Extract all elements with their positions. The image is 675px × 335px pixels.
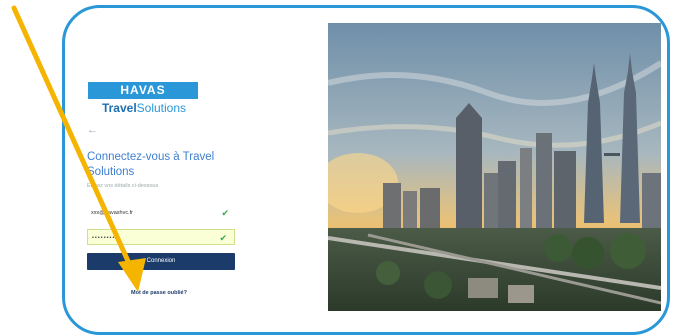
logo-sub-bold: Travel: [101, 101, 137, 115]
password-field[interactable]: •••••••• ✔: [87, 229, 235, 245]
logo-sub-light: Solutions: [136, 101, 187, 115]
check-icon: ✔: [221, 208, 229, 218]
logo-subtitle: TravelSolutions: [92, 101, 196, 115]
password-value: ••••••••: [92, 235, 116, 241]
login-title: Connectez-vous à Travel Solutions: [87, 151, 215, 178]
back-arrow-icon[interactable]: ←: [87, 124, 98, 136]
email-field[interactable]: xxx@havashvc.fr ✔: [87, 205, 235, 221]
connexion-button[interactable]: Connexion: [87, 253, 235, 270]
city-skyline-photo: [328, 23, 661, 311]
forgot-password-link[interactable]: Mot de passe oublié?: [131, 290, 187, 296]
login-subtitle: Entrez vos détails ci-dessous: [87, 183, 159, 189]
check-icon: ✔: [219, 233, 228, 243]
email-value: xxx@havashvc.fr: [91, 210, 133, 216]
logo-brand: HAVAS VOYAGES: [88, 82, 198, 114]
